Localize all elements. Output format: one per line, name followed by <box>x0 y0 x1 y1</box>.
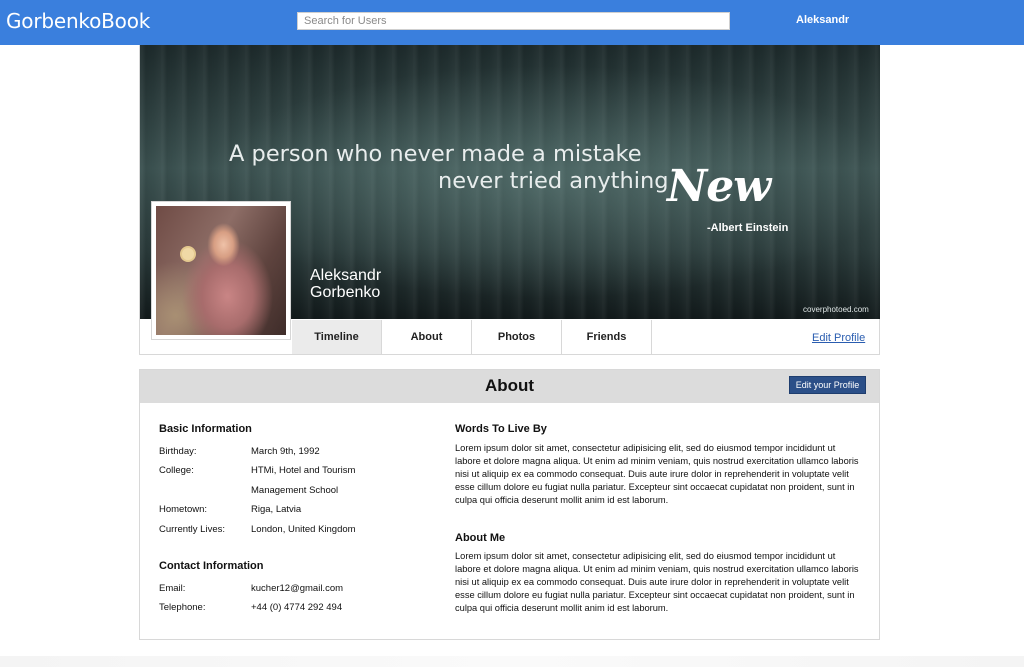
currently-lives-value: London, United Kingdom <box>251 524 356 535</box>
search-input[interactable] <box>297 12 730 30</box>
hometown-value: Riga, Latvia <box>251 504 302 515</box>
profile-first-name: Aleksandr <box>310 267 382 284</box>
profile-card: A person who never made a mistake never … <box>139 45 880 355</box>
page-footer-strip <box>0 656 1024 667</box>
about-me-heading: About Me <box>455 532 506 544</box>
about-section: About Edit your Profile Basic Informatio… <box>139 369 880 640</box>
avatar[interactable] <box>152 202 290 339</box>
cover-quote-line2: never tried anything <box>438 168 669 194</box>
telephone-value: +44 (0) 4774 292 494 <box>251 602 343 613</box>
currently-lives-label: Currently Lives: <box>159 524 225 535</box>
edit-your-profile-button[interactable]: Edit your Profile <box>789 376 866 394</box>
cover-quote-author: -Albert Einstein <box>707 222 789 234</box>
profile-name: Aleksandr Gorbenko <box>310 267 430 301</box>
cover-watermark: coverphotoed.com <box>803 305 869 314</box>
tab-about[interactable]: About <box>382 320 472 354</box>
edit-profile-link[interactable]: Edit Profile <box>812 332 865 344</box>
profile-tabs: Timeline About Photos Friends <box>292 320 652 354</box>
about-header: About Edit your Profile <box>140 370 879 403</box>
birthday-label: Birthday: <box>159 446 197 457</box>
user-menu-link[interactable]: Aleksandr <box>796 14 849 26</box>
contact-info-heading: Contact Information <box>159 560 264 572</box>
college-label: College: <box>159 465 194 476</box>
tab-timeline[interactable]: Timeline <box>292 320 382 354</box>
basic-info-heading: Basic Information <box>159 423 252 435</box>
cover-quote-line1: A person who never made a mistake <box>229 141 642 167</box>
avatar-photo <box>156 206 286 335</box>
email-value[interactable]: kucher12@gmail.com <box>251 583 343 594</box>
email-label: Email: <box>159 583 186 594</box>
birthday-value: March 9th, 1992 <box>251 446 320 457</box>
about-me-text: Lorem ipsum dolor sit amet, consectetur … <box>455 551 859 614</box>
tab-friends[interactable]: Friends <box>562 320 652 354</box>
tab-photos[interactable]: Photos <box>472 320 562 354</box>
college-value-line2: Management School <box>251 485 339 496</box>
brand-logo[interactable]: GorbenkoBook <box>6 9 150 33</box>
words-to-live-by-text: Lorem ipsum dolor sit amet, consectetur … <box>455 443 859 506</box>
cover-quote-emphasis: New <box>667 161 771 212</box>
telephone-label: Telephone: <box>159 602 206 613</box>
hometown-label: Hometown: <box>159 504 208 515</box>
flower-icon <box>182 248 194 260</box>
profile-last-name: Gorbenko <box>310 284 381 301</box>
top-navbar: GorbenkoBook Aleksandr <box>0 0 1024 45</box>
words-to-live-by-heading: Words To Live By <box>455 423 547 435</box>
about-title: About <box>484 376 535 395</box>
college-value-line1: HTMi, Hotel and Tourism <box>251 465 356 476</box>
